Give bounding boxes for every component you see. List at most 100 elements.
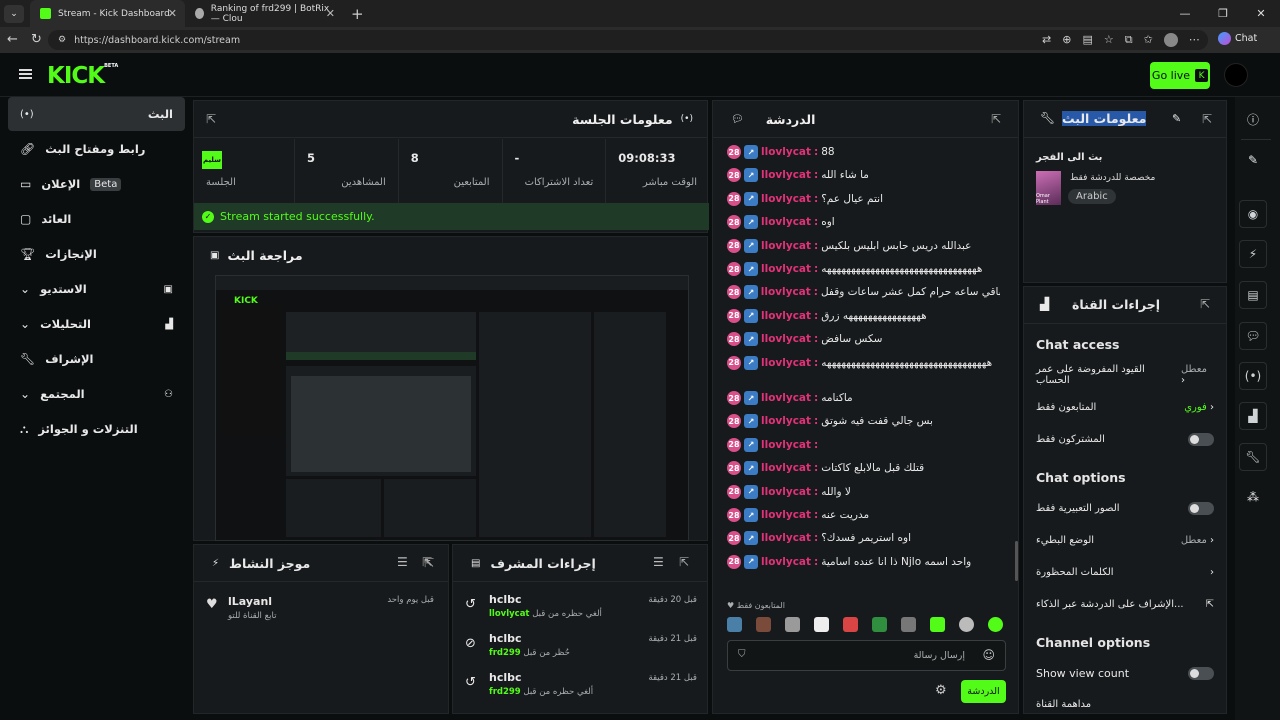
banned-words-row[interactable]: الكلمات المحظورة ›: [1036, 563, 1214, 581]
chat-username[interactable]: llovlycat: [761, 146, 811, 158]
chat-username[interactable]: llovlycat: [761, 286, 811, 298]
emote-only-toggle[interactable]: [1188, 501, 1214, 515]
chat-message: 28 ↗ llovlycat: اوه استريمر فسدك؟: [727, 528, 1000, 548]
popout-icon[interactable]: ⇱: [1202, 112, 1212, 126]
new-tab-icon[interactable]: +: [351, 5, 364, 23]
emote-icon[interactable]: [756, 617, 771, 632]
popout-icon[interactable]: ⇱: [991, 112, 1001, 126]
chat-username[interactable]: llovlycat: [761, 216, 811, 228]
stream-preview-video[interactable]: KICK: [215, 275, 689, 541]
popout-icon[interactable]: ⇱: [679, 555, 689, 569]
panel-toggle-chat[interactable]: 💬︎: [1239, 322, 1267, 350]
account-age-row[interactable]: القيود المفروضة على عمر الحساب معطل ›: [1036, 364, 1214, 386]
sidebar-item-achievements[interactable]: 🏆︎ الإنجازات: [8, 237, 185, 271]
panel-toggle-broadcast[interactable]: (•): [1239, 362, 1267, 390]
chat-username[interactable]: llovlycat: [761, 415, 811, 427]
sidebar-item-drops[interactable]: ⛬ التنزلات و الجوائز: [8, 412, 185, 446]
info-icon[interactable]: ⓘ: [1247, 111, 1259, 128]
panel-toggle-activity[interactable]: ⚡︎: [1239, 240, 1267, 268]
reload-icon[interactable]: ↻: [31, 32, 42, 47]
emote-icon[interactable]: [727, 617, 742, 632]
filter-icon[interactable]: ☰: [653, 555, 664, 569]
panel-toggle-session[interactable]: ◉: [1239, 200, 1267, 228]
chat-username[interactable]: llovlycat: [761, 169, 811, 181]
zoom-icon[interactable]: ⊕: [1062, 33, 1071, 47]
site-info-icon[interactable]: ⚙: [58, 35, 66, 45]
chat-scrollbar[interactable]: [1015, 541, 1018, 581]
emote-icon[interactable]: [930, 617, 945, 632]
followers-only-row[interactable]: المتابعون فقط فوري ›: [1036, 398, 1214, 416]
close-window-icon[interactable]: ✕: [1242, 0, 1280, 27]
sidebar-item-stream-key[interactable]: 🔗︎ رابط ومفتاح البث: [8, 132, 185, 166]
chat-username[interactable]: llovlycat: [761, 357, 811, 369]
chat-username[interactable]: llovlycat: [761, 462, 811, 474]
chat-username[interactable]: llovlycat: [761, 193, 811, 205]
chat-username[interactable]: llovlycat: [761, 240, 811, 252]
close-tab-icon[interactable]: ✕: [168, 7, 177, 20]
sidebar-item-revenue[interactable]: ▢ العائد: [8, 202, 185, 236]
panel-toggle-streaminfo[interactable]: 🔧︎: [1239, 443, 1267, 471]
emote-icon[interactable]: [901, 617, 916, 632]
chat-settings-icon[interactable]: ⚙: [935, 683, 947, 698]
reader-icon[interactable]: ▤: [1082, 33, 1092, 47]
raid-channel-row[interactable]: مداهمة القناة: [1036, 695, 1214, 713]
subscribers-only-toggle[interactable]: [1188, 432, 1214, 446]
translate-icon[interactable]: ⇄: [1042, 33, 1051, 47]
chat-username[interactable]: llovlycat: [761, 310, 811, 322]
chat-username[interactable]: llovlycat: [761, 439, 811, 451]
sidebar-item-studio[interactable]: ⌄ الاستديو ▣: [8, 272, 185, 306]
chat-username[interactable]: llovlycat: [761, 556, 811, 568]
panel-toggle-modactions[interactable]: ▤: [1239, 281, 1267, 309]
external-link-icon: ⇱: [1205, 598, 1214, 610]
tab-list-icon[interactable]: ⌄: [4, 4, 24, 23]
panel-toggle-channel[interactable]: ▟: [1239, 402, 1267, 430]
popout-icon[interactable]: ⇱: [422, 555, 432, 569]
favorites-bar-icon[interactable]: ✩: [1144, 33, 1153, 47]
hamburger-icon[interactable]: [19, 69, 32, 79]
more-panels-icon[interactable]: ⁂: [1247, 490, 1259, 504]
chat-username[interactable]: llovlycat: [761, 532, 811, 544]
chat-username[interactable]: llovlycat: [761, 263, 811, 275]
sidebar-item-analytics[interactable]: ⌄ التحليلات ▟: [8, 307, 185, 341]
slow-mode-row[interactable]: الوضع البطيء معطل ›: [1036, 531, 1214, 549]
emote-icon[interactable]: [959, 617, 974, 632]
emote-icon[interactable]: [843, 617, 858, 632]
filter-icon[interactable]: ☰: [397, 555, 408, 569]
edit-icon[interactable]: ✎: [1248, 153, 1258, 167]
copilot-chat-button[interactable]: Chat: [1218, 32, 1257, 45]
user-avatar[interactable]: [1224, 63, 1248, 87]
ai-moderation-row[interactable]: الإشراف على الدردشة عبر الذكاء... ⇱: [1036, 595, 1214, 613]
more-icon[interactable]: ⋯: [1189, 33, 1200, 47]
sidebar-item-stream[interactable]: (•) البث: [8, 97, 185, 131]
tab-botrix[interactable]: Ranking of frd299 | BotRix — Clou ✕: [185, 0, 343, 27]
profile-icon[interactable]: [1163, 33, 1178, 47]
emote-icon[interactable]: [872, 617, 887, 632]
tab-kick-dashboard[interactable]: Stream - Kick Dashboard ✕: [30, 0, 185, 27]
favorite-icon[interactable]: ☆: [1104, 33, 1114, 47]
back-icon[interactable]: ←: [7, 32, 18, 47]
emote-icon[interactable]: [988, 617, 1003, 632]
maximize-icon[interactable]: ❐: [1204, 0, 1242, 27]
popout-icon[interactable]: ⇱: [206, 112, 216, 126]
chat-username[interactable]: llovlycat: [761, 486, 811, 498]
chat-username[interactable]: llovlycat: [761, 509, 811, 521]
emote-icon[interactable]: [785, 617, 800, 632]
sidebar-item-community[interactable]: ⌄ المجتمع ⚇: [8, 377, 185, 411]
popout-icon[interactable]: ⇱: [1200, 297, 1210, 311]
chat-username[interactable]: llovlycat: [761, 333, 811, 345]
extensions-icon[interactable]: ⧉: [1125, 33, 1133, 47]
go-live-button[interactable]: Go live K: [1150, 62, 1210, 89]
edit-icon[interactable]: ✎: [1172, 112, 1181, 125]
url-input[interactable]: ⚙ https://dashboard.kick.com/stream: [48, 30, 1208, 50]
show-view-count-toggle[interactable]: [1188, 666, 1214, 680]
emote-icon[interactable]: [814, 617, 829, 632]
sidebar-item-moderation[interactable]: 🔧︎ الإشراف: [8, 342, 185, 376]
chat-input[interactable]: ⛉ إرسال رسالة ☺: [727, 640, 1006, 671]
sidebar-item-ads[interactable]: ▭ الإعلان Beta: [8, 167, 185, 201]
emoji-icon[interactable]: ☺: [982, 648, 995, 662]
kick-logo[interactable]: KICKBETA: [47, 63, 118, 89]
minimize-icon[interactable]: —: [1166, 0, 1204, 27]
chat-username[interactable]: llovlycat: [761, 392, 811, 404]
close-tab-icon[interactable]: ✕: [326, 7, 335, 20]
send-chat-button[interactable]: الدردشة: [961, 680, 1006, 703]
